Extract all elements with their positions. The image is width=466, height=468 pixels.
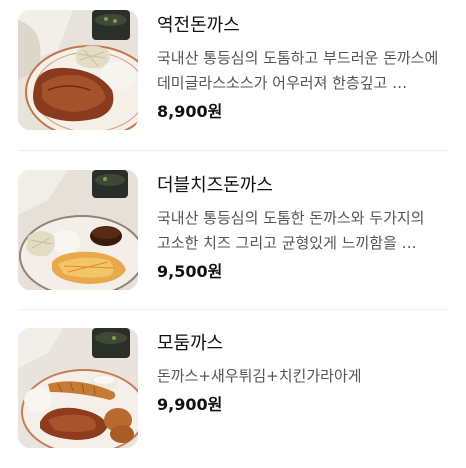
divider [18, 150, 448, 151]
combo-cutlet-plate-icon [18, 328, 138, 448]
divider [18, 309, 448, 310]
menu-item-description: 돈까스+새우튀김+치킨가라아게 [157, 367, 362, 385]
menu-item-info: 모둠까스 돈까스+새우튀김+치킨가라아게 9,900원 [157, 332, 450, 416]
menu-item-double-cheese-donkatsu[interactable]: 더블치즈돈까스 국내산 통등심의 도톰한 돈까스와 두가지의 고소한 치즈 그리… [0, 160, 466, 310]
menu-item-name: 더블치즈돈까스 [157, 175, 273, 196]
cheese-cutlet-plate-icon [18, 170, 138, 290]
menu-item-price: 8,900원 [157, 102, 223, 121]
menu-item-price: 9,500원 [157, 262, 223, 281]
menu-item-modum-katsu[interactable]: 모둠까스 돈까스+새우튀김+치킨가라아게 9,900원 [0, 318, 466, 468]
menu-item-image[interactable] [18, 170, 138, 290]
menu-item-image[interactable] [18, 10, 138, 130]
menu-item-info: 더블치즈돈까스 국내산 통등심의 도톰한 돈까스와 두가지의 고소한 치즈 그리… [157, 174, 450, 283]
menu-item-price: 9,900원 [157, 395, 223, 414]
menu-item-image[interactable] [18, 328, 138, 448]
menu-item-name: 모둠까스 [157, 333, 224, 354]
menu-list: 역전돈까스 국내산 통등심의 도톰하고 부드러운 돈까스에 데미글라스소스가 어… [0, 0, 466, 456]
menu-item-name: 역전돈까스 [157, 15, 240, 36]
menu-item-yeokjeon-donkatsu[interactable]: 역전돈까스 국내산 통등심의 도톰하고 부드러운 돈까스에 데미글라스소스가 어… [0, 0, 466, 150]
menu-item-description: 국내산 통등심의 도톰하고 부드러운 돈까스에 데미글라스소스가 어우러져 한층… [157, 49, 439, 92]
menu-item-info: 역전돈까스 국내산 통등심의 도톰하고 부드러운 돈까스에 데미글라스소스가 어… [157, 14, 450, 123]
menu-item-description: 국내산 통등심의 도톰한 돈까스와 두가지의 고소한 치즈 그리고 균형있게 느… [157, 209, 425, 252]
pork-cutlet-plate-icon [18, 10, 138, 130]
